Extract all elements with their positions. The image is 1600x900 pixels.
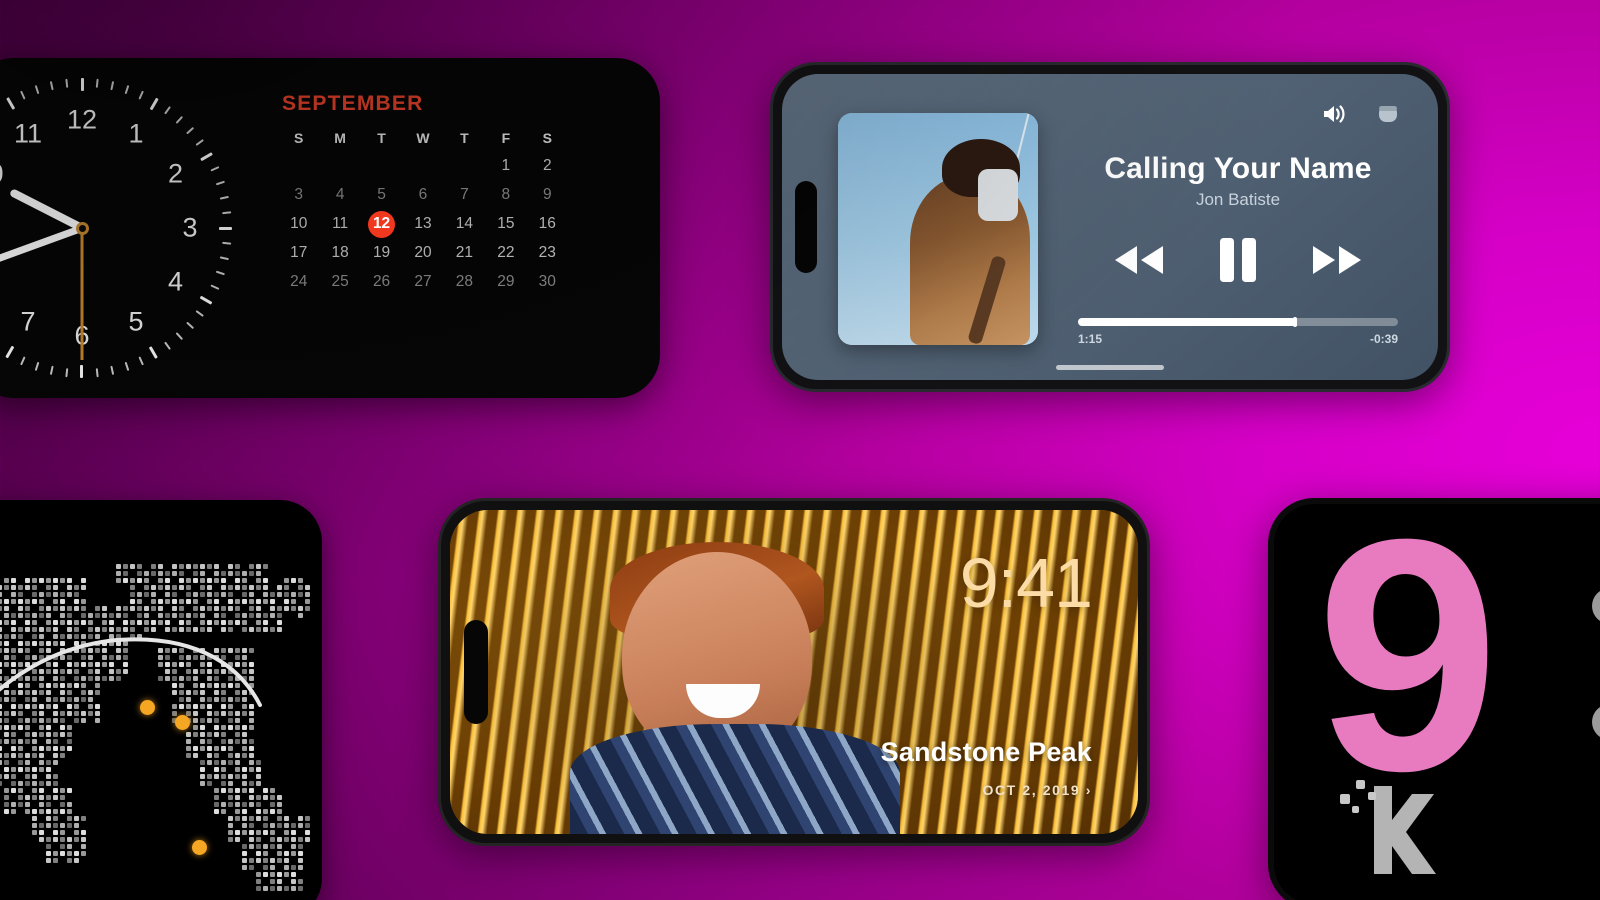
calendar-day[interactable]: 26 <box>361 273 402 291</box>
rewind-button[interactable] <box>1111 243 1167 277</box>
calendar-weekday: T <box>460 130 469 146</box>
calendar-day[interactable]: 22 <box>485 244 526 262</box>
progress-bar[interactable] <box>1078 317 1398 327</box>
clock-numeral: 11 <box>13 118 43 149</box>
calendar-weekday: S <box>294 130 304 146</box>
clock-pivot <box>75 221 89 235</box>
calendar-day[interactable]: 15 <box>485 215 526 233</box>
album-artwork <box>838 113 1038 345</box>
calendar-day[interactable]: 3 <box>278 186 319 204</box>
calendar-weekday: T <box>377 130 386 146</box>
calendar-day[interactable]: 19 <box>361 244 402 262</box>
flight-path-arc <box>0 637 262 707</box>
map-pin[interactable] <box>192 840 207 855</box>
clock-numeral: 7 <box>20 306 36 337</box>
calendar-day[interactable]: 21 <box>444 244 485 262</box>
calendar-day[interactable]: 23 <box>527 244 568 262</box>
colon-dot-lower <box>1592 704 1600 740</box>
iphone-large-digit: 9 <box>1268 498 1600 900</box>
watermark-k-logo <box>1340 780 1436 874</box>
lock-screen: 9:41 Sandstone Peak OCT 2, 2019 › <box>450 510 1138 834</box>
calendar-day-empty <box>319 157 360 175</box>
calendar-day[interactable]: 20 <box>402 244 443 262</box>
calendar-weekday: F <box>501 130 511 146</box>
calendar-day[interactable]: 28 <box>444 273 485 291</box>
iphone-lock-screen: 9:41 Sandstone Peak OCT 2, 2019 › <box>438 498 1150 846</box>
clock-numeral: 4 <box>168 266 184 297</box>
airplay-device-icon[interactable] <box>1376 102 1400 131</box>
subject-shirt <box>570 724 900 834</box>
calendar-weekday: W <box>416 130 430 146</box>
calendar-day[interactable]: 25 <box>319 273 360 291</box>
calendar-day-empty <box>402 157 443 175</box>
photo-date-label[interactable]: OCT 2, 2019 › <box>982 782 1092 798</box>
large-digit-screen: 9 <box>1274 504 1600 900</box>
calendar-day[interactable]: 18 <box>319 244 360 262</box>
pause-button[interactable] <box>1217 236 1259 284</box>
calendar-day[interactable]: 29 <box>485 273 526 291</box>
calendar-day[interactable]: 27 <box>402 273 443 291</box>
volume-icon[interactable] <box>1322 103 1348 130</box>
calendar-day[interactable]: 1 <box>485 157 526 175</box>
calendar-day[interactable]: 17 <box>278 244 319 262</box>
calendar-widget[interactable]: SEPTEMBER S M T W T F S 1 2 3 4 5 6 7 8 9 10 11 12 13 14 15 16… <box>270 58 600 398</box>
calendar-day[interactable]: 9 <box>527 186 568 204</box>
map-pin[interactable] <box>140 700 155 715</box>
track-title: Calling Your Name <box>1104 152 1372 185</box>
artwork-headphones <box>978 169 1018 221</box>
progress-area: 1:15 -0:39 <box>1072 317 1404 346</box>
calendar-grid: S M T W T F S 1 2 3 4 5 6 7 8 9 10 11 12 13 14 15 16 17 18 19 20 21… <box>278 130 568 291</box>
calendar-weekday: S <box>542 130 552 146</box>
calendar-day-empty <box>361 157 402 175</box>
calendar-day-empty <box>444 157 485 175</box>
clock-numeral: 10 <box>0 159 3 190</box>
calendar-day[interactable]: 11 <box>319 215 360 233</box>
map-pin[interactable] <box>175 715 190 730</box>
world-map-widget[interactable] <box>0 500 322 900</box>
calendar-day[interactable]: 13 <box>402 215 443 233</box>
calendar-day[interactable]: 6 <box>402 186 443 204</box>
calendar-month-label: SEPTEMBER <box>282 92 424 115</box>
clock-numeral: 12 <box>66 104 98 135</box>
second-hand <box>80 228 84 360</box>
calendar-day[interactable]: 2 <box>527 157 568 175</box>
clock-numeral: 3 <box>182 212 198 243</box>
calendar-day[interactable]: 16 <box>527 215 568 233</box>
calendar-day-empty <box>278 157 319 175</box>
colon-dot-upper <box>1592 588 1600 624</box>
lockscreen-subject <box>570 534 900 834</box>
remaining-time: -0:39 <box>1369 332 1398 346</box>
calendar-day[interactable]: 4 <box>319 186 360 204</box>
clock-numeral: 1 <box>128 118 144 149</box>
calendar-day[interactable]: 14 <box>444 215 485 233</box>
calendar-day[interactable]: 5 <box>361 186 402 204</box>
wallpaper-collage: 121234567891011 SEPTEMBER SMTWTFS1234567… <box>0 0 1600 900</box>
lockscreen-clock: 9:41 <box>959 544 1093 622</box>
home-indicator[interactable] <box>1056 365 1164 370</box>
track-artist: Jon Batiste <box>1195 190 1281 209</box>
clock-numeral: 5 <box>128 306 144 337</box>
calendar-weekday: M <box>334 130 346 146</box>
calendar-day[interactable]: 10 <box>278 215 319 233</box>
progress-fill <box>1078 317 1297 327</box>
elapsed-time: 1:15 <box>1078 332 1103 346</box>
clock-calendar-widget-panel: 121234567891011 SEPTEMBER SMTWTFS1234567… <box>0 58 660 398</box>
calendar-day[interactable]: 24 <box>278 273 319 291</box>
forward-button[interactable] <box>1309 243 1365 277</box>
iphone-now-playing: Calling Your Name Jon Batiste 1:15 -0:39 <box>770 62 1450 392</box>
calendar-day[interactable]: 12 <box>361 210 402 238</box>
photo-location-label: Sandstone Peak <box>880 737 1092 767</box>
clock-face: 121234567891011 <box>0 78 232 378</box>
playback-controls <box>1072 236 1404 284</box>
dynamic-island <box>464 620 488 724</box>
now-playing-screen: Calling Your Name Jon Batiste 1:15 -0:39 <box>782 74 1438 380</box>
calendar-day[interactable]: 8 <box>485 186 526 204</box>
clock-numeral: 2 <box>168 158 184 189</box>
calendar-day[interactable]: 30 <box>527 273 568 291</box>
calendar-day[interactable]: 7 <box>444 186 485 204</box>
analog-clock-widget[interactable]: 121234567891011 <box>0 58 270 398</box>
